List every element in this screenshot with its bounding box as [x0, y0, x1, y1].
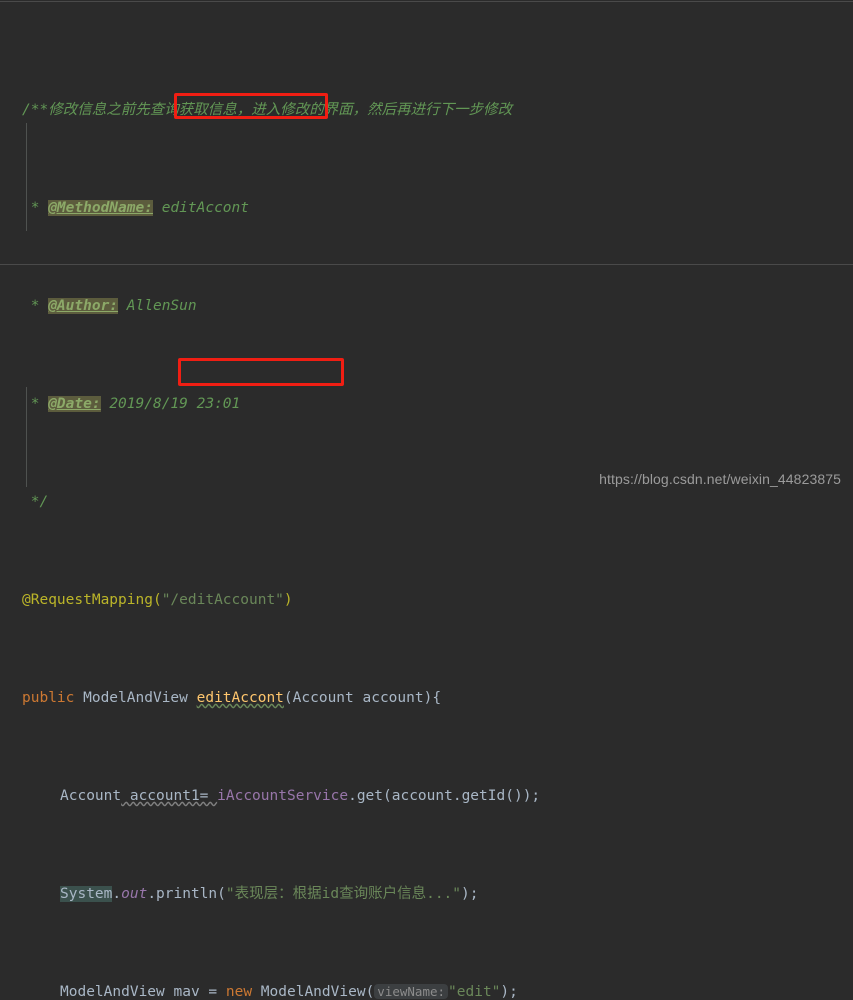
field-iaccountservice: iAccountService — [217, 788, 349, 804]
code-line[interactable]: /**修改信息之前先查询获取信息，进入修改的界面，然后再进行下一步修改 — [0, 98, 701, 123]
string-literal: "表现层：根据id查询账户信息..." — [225, 886, 462, 902]
javadoc-tag-date: @Date: — [48, 396, 101, 412]
keyword-new: new — [225, 984, 253, 1000]
local-var-account1: account1= — [121, 788, 218, 804]
javadoc-tag-methodname: @MethodName: — [48, 200, 153, 216]
request-mapping-path: "/editAccount" — [161, 592, 284, 608]
return-type: ModelAndView — [74, 690, 197, 706]
method-name-editaccont: editAccont — [196, 690, 284, 706]
javadoc-open: /**修改信息之前先查询获取信息，进入修改的界面，然后再进行下一步修改 — [22, 102, 513, 118]
code-line[interactable]: System.out.println("表现层：根据id查询账户信息..."); — [0, 882, 701, 907]
code-line[interactable]: Account account1= iAccountService.get(ac… — [0, 784, 701, 809]
javadoc-star: * — [22, 298, 49, 314]
constructor-modelandview: ModelAndView( — [252, 984, 375, 1000]
javadoc-tag-author: @Author: — [48, 298, 119, 314]
javadoc-value-author: AllenSun — [118, 298, 197, 314]
javadoc-value-methodname: editAccont — [152, 200, 249, 216]
statement-end: ); — [500, 984, 518, 1000]
watermark-url: https://blog.csdn.net/weixin_44823875 — [599, 470, 841, 487]
paren-close: ) — [283, 592, 293, 608]
identifier-system: System — [60, 886, 113, 902]
dot: . — [112, 886, 122, 902]
local-type: Account — [60, 788, 122, 804]
annotation-requestmapping: @RequestMapping — [22, 592, 153, 608]
code-line[interactable]: * @Author: AllenSun — [0, 294, 701, 319]
code-line[interactable]: * @Date: 2019/8/19 23:01 — [0, 392, 701, 417]
code-line[interactable]: * @MethodName: editAccont — [0, 196, 701, 221]
keyword-public: public — [22, 690, 75, 706]
javadoc-star: * — [22, 200, 49, 216]
local-decl-mav: ModelAndView mav = — [60, 984, 226, 1000]
javadoc-value-date: 2019/8/19 23:01 — [100, 396, 241, 412]
method-params: (Account account){ — [283, 690, 442, 706]
string-literal: "edit" — [448, 984, 501, 1000]
method-call-get: .get(account.getId()); — [348, 788, 541, 804]
field-out: out — [121, 886, 148, 902]
code-line[interactable]: public ModelAndView editAccont(Account a… — [0, 686, 701, 711]
code-line[interactable]: */ — [0, 490, 701, 515]
paren-open: ( — [152, 592, 162, 608]
code-line[interactable]: ModelAndView mav = new ModelAndView(view… — [0, 980, 701, 1000]
param-hint-viewname: viewName: — [374, 984, 449, 999]
javadoc-star: * — [22, 396, 49, 412]
code-editor[interactable]: /**修改信息之前先查询获取信息，进入修改的界面，然后再进行下一步修改 * @M… — [0, 0, 853, 1000]
code-content[interactable]: /**修改信息之前先查询获取信息，进入修改的界面，然后再进行下一步修改 * @M… — [0, 0, 701, 1000]
javadoc-close: */ — [22, 494, 49, 510]
code-line[interactable]: @RequestMapping("/editAccount") — [0, 588, 701, 613]
method-call-println: .println( — [147, 886, 226, 902]
statement-end: ); — [461, 886, 479, 902]
